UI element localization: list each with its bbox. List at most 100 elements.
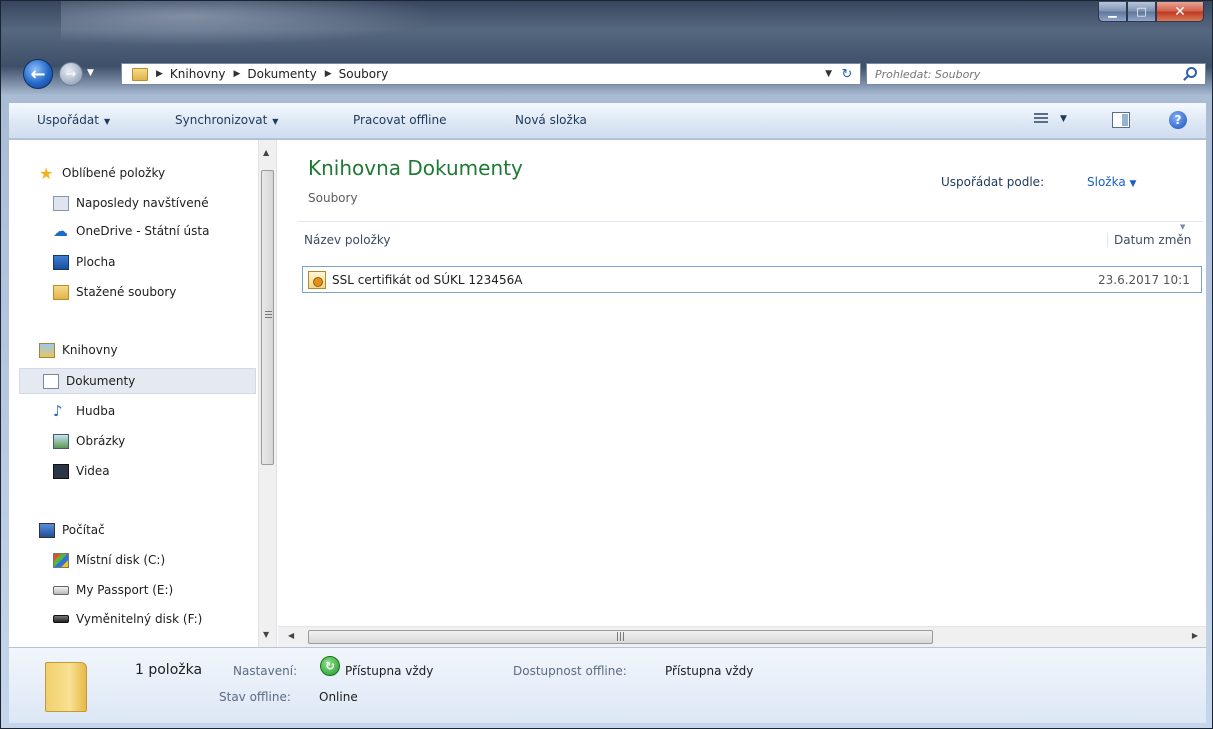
nav-documents[interactable]: Dokumenty <box>19 368 256 394</box>
recent-places-icon <box>53 195 69 211</box>
command-bar: Uspořádat ▼ Synchronizovat ▼ Pracovat offl… <box>9 103 1206 139</box>
folder-icon <box>132 67 148 81</box>
details-pane: 1 položka Nastavení: ↻ Přístupna vždy Do… <box>9 647 1206 723</box>
file-row[interactable]: SSL certifikát od SÚKL 123456A 23.6.2017… <box>302 266 1202 293</box>
chevron-right-icon: ▶ <box>233 69 241 79</box>
column-header-name[interactable]: Název položky <box>304 233 390 247</box>
preview-pane-icon[interactable] <box>1112 112 1130 128</box>
refresh-button[interactable]: ↻ <box>838 66 856 82</box>
chevron-down-icon: ▼ <box>103 117 111 126</box>
nav-disk-f[interactable]: Vyměnitelný disk (F:) <box>53 606 276 632</box>
library-subtitle: Soubory <box>308 191 358 205</box>
scroll-up-icon[interactable]: ▲ <box>263 148 269 157</box>
sort-indicator-icon: ▼ <box>1180 223 1186 231</box>
file-list-scroll-thumb[interactable]: ||| <box>308 630 933 644</box>
nav-onedrive[interactable]: ☁ OneDrive - Státní ústa <box>53 218 276 244</box>
document-icon <box>43 373 59 389</box>
music-icon: ♪ <box>53 401 63 420</box>
nav-computer[interactable]: Počítač <box>39 517 276 543</box>
navigation-row: ← → ▼ ▶ Knihovny ▶ Dokumenty ▶ Soubory ▼ ↻ <box>1 57 1212 89</box>
maximize-button[interactable]: □ <box>1127 2 1156 22</box>
search-icon[interactable] <box>1186 67 1197 78</box>
arrow-left-icon: ← <box>30 63 46 85</box>
arrange-by-dropdown[interactable]: Složka ▼ <box>1087 175 1136 189</box>
nav-pictures[interactable]: Obrázky <box>53 428 276 454</box>
recent-pages-dropdown[interactable]: ▼ <box>87 68 94 78</box>
offline-setting-label: Nastavení: <box>233 664 298 678</box>
nav-disk-e[interactable]: My Passport (E:) <box>53 577 276 603</box>
title-bar[interactable]: ▁ □ ✕ <box>1 1 1212 51</box>
cloud-icon: ☁ <box>53 221 68 240</box>
chevron-down-icon: ▼ <box>272 117 279 126</box>
file-date: 23.6.2017 10:1 <box>1098 273 1190 287</box>
nav-favorites[interactable]: ★ Oblíbené položky <box>39 160 276 186</box>
nav-downloads[interactable]: Stažené soubory <box>53 279 276 305</box>
search-box <box>866 63 1206 85</box>
column-header-date[interactable]: Datum změn <box>1107 233 1191 247</box>
nav-desktop[interactable]: Plocha <box>53 249 276 275</box>
nav-disk-c[interactable]: Místní disk (C:) <box>53 547 276 573</box>
content-area: ★ Oblíbené položky Naposledy navštívené … <box>9 140 1206 647</box>
breadcrumb-item-documents[interactable]: ▶ Dokumenty <box>234 67 317 81</box>
search-input[interactable] <box>875 67 1165 81</box>
removable-drive-icon <box>53 615 69 623</box>
work-offline-button[interactable]: Pracovat offline <box>353 113 447 127</box>
library-folder-icon <box>45 662 87 712</box>
sync-icon: ↻ <box>320 656 340 676</box>
desktop-icon <box>53 254 69 270</box>
maximize-icon: □ <box>1136 5 1147 18</box>
nav-scroll-thumb[interactable] <box>261 170 274 465</box>
nav-libraries[interactable]: Knihovny <box>39 337 276 363</box>
offline-setting-value: Přístupna vždy <box>345 664 434 678</box>
offline-status-value: Online <box>319 690 358 704</box>
certificate-icon <box>308 270 326 289</box>
minimize-icon: ▁ <box>1108 5 1117 18</box>
windows-drive-icon <box>53 552 69 568</box>
forward-button[interactable]: → <box>59 62 83 86</box>
scroll-left-icon[interactable]: ◀ <box>288 631 294 640</box>
close-button[interactable]: ✕ <box>1156 2 1204 22</box>
chevron-down-icon: ▼ <box>1129 179 1137 189</box>
chevron-right-icon: ▶ <box>156 69 163 79</box>
drive-icon <box>53 585 69 595</box>
nav-scrollbar[interactable]: ▲ ▼ <box>258 140 276 647</box>
scroll-down-icon[interactable]: ▼ <box>263 630 269 639</box>
libraries-icon <box>39 342 55 358</box>
computer-icon <box>39 522 55 538</box>
new-folder-button[interactable]: Nová složka <box>515 113 587 127</box>
file-list-scrollbar[interactable]: ◀ ||| ▶ <box>278 626 1206 647</box>
film-icon <box>53 463 69 479</box>
minimize-button[interactable]: ▁ <box>1098 2 1127 22</box>
offline-availability-label: Dostupnost offline: <box>513 664 627 678</box>
file-list-pane: Knihovna Dokumenty Soubory Uspořádat pod… <box>278 140 1206 647</box>
nav-music[interactable]: ♪ Hudba <box>53 398 276 424</box>
organize-button[interactable]: Uspořádat ▼ <box>37 113 110 127</box>
nav-recent-places[interactable]: Naposledy navštívené <box>53 190 276 216</box>
nav-videos[interactable]: Videa <box>53 458 276 484</box>
library-title: Knihovna Dokumenty <box>308 156 523 180</box>
arrange-by-label: Uspořádat podle: <box>941 175 1045 189</box>
download-folder-icon <box>53 284 69 300</box>
breadcrumb-item-libraries[interactable]: ▶ Knihovny <box>156 67 226 81</box>
caption-buttons: ▁ □ ✕ <box>1098 2 1204 22</box>
sync-button[interactable]: Synchronizovat ▼ <box>175 113 278 127</box>
view-options-icon[interactable] <box>1034 113 1050 127</box>
navigation-pane: ★ Oblíbené položky Naposledy navštívené … <box>9 140 277 647</box>
refresh-icon: ↻ <box>841 66 853 82</box>
explorer-window: ▁ □ ✕ ← → ▼ ▶ Knihovny ▶ Dokumenty ▶ Soubor… <box>0 0 1213 729</box>
view-options-dropdown[interactable]: ▼ <box>1060 114 1067 124</box>
chevron-right-icon: ▶ <box>324 69 332 79</box>
offline-status-label: Stav offline: <box>219 690 291 704</box>
item-count: 1 položka <box>135 662 203 678</box>
offline-availability-value: Přístupna vždy <box>665 664 754 678</box>
address-bar[interactable]: ▶ Knihovny ▶ Dokumenty ▶ Soubory ▼ ↻ <box>121 63 861 85</box>
file-name: SSL certifikát od SÚKL 123456A <box>332 272 523 287</box>
close-icon: ✕ <box>1174 3 1186 20</box>
back-button[interactable]: ← <box>23 59 53 89</box>
address-dropdown[interactable]: ▼ <box>825 69 832 79</box>
pictures-icon <box>53 433 69 449</box>
arrow-right-icon: → <box>65 66 77 82</box>
breadcrumb-item-files[interactable]: ▶ Soubory <box>325 67 388 81</box>
scroll-right-icon[interactable]: ▶ <box>1192 631 1198 640</box>
help-icon[interactable]: ? <box>1169 111 1187 129</box>
